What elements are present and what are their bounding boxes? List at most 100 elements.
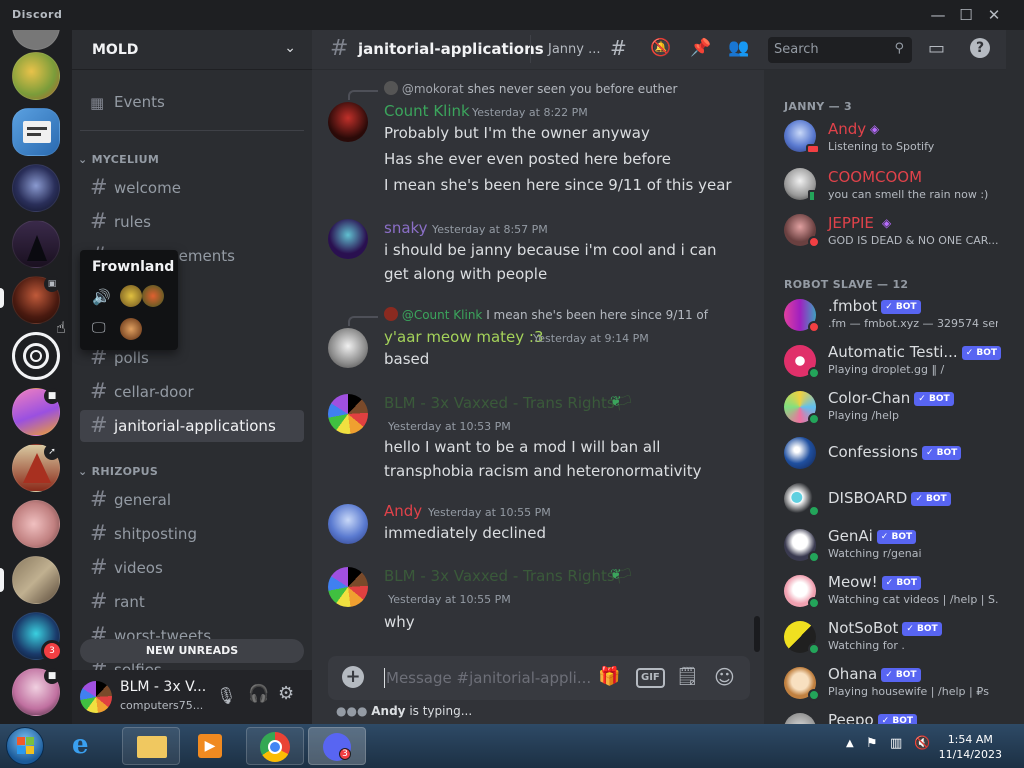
channel-title: janitorial-applications [358,40,544,58]
server-header[interactable]: MOLD ⌄ [72,30,312,70]
member-item[interactable]: Andy ◈ Listening to Spotify [772,114,1002,158]
threads-icon[interactable]: # [610,36,627,60]
settings-gear-icon[interactable]: ⚙ [278,683,294,704]
message-author[interactable]: Count Klink [384,102,470,120]
server-icon[interactable] [12,108,60,156]
member-item[interactable]: NotSoBot ✓ BOT Watching for . [772,615,1002,659]
mute-bell-icon[interactable]: 🔕 [650,38,671,58]
discord-taskbar-button[interactable]: 3 [308,727,366,765]
avatar[interactable] [328,102,368,142]
chevron-down-icon: ⌄ [284,40,296,56]
events-item[interactable]: ▦ Events [80,86,304,118]
search-input[interactable]: Search ⚲ [768,37,912,63]
volume-muted-icon[interactable]: 🔇 [914,736,930,751]
member-item[interactable]: JEPPIE ◈ GOD IS DEAD & NO ONE CAR... [772,208,1002,252]
server-icon[interactable] [12,332,60,380]
avatar [784,437,816,469]
member-item[interactable]: .fmbot ✓ BOT .fm — fmbot.xyz — 329574 ser… [772,293,1002,337]
show-hidden-icons[interactable]: ▲ [846,738,854,749]
help-icon[interactable]: ? [970,38,990,58]
divider [80,130,304,131]
channel-welcome[interactable]: # welcome [80,172,304,204]
add-attachment-button[interactable]: + [342,666,364,688]
file-explorer-button[interactable] [122,727,180,765]
bot-badge: ✓ BOT [881,576,921,590]
server-tooltip: Frownland 🔊 🖵 [80,250,178,350]
message-author[interactable]: BLM - 3x Vaxxed - Trans Rights🏳 [384,567,634,585]
close-button[interactable]: ✕ [980,4,1008,26]
reply-preview[interactable]: @mokorat shes never seen you before euth… [384,81,677,96]
reply-preview[interactable]: @Count Klink I mean she's been here sinc… [384,307,708,322]
headphones-icon[interactable]: 🎧 [248,684,269,704]
member-item[interactable]: Confessions ✓ BOT [772,431,1002,475]
bot-badge: ✓ BOT [881,300,921,314]
unread-pill [0,568,4,592]
avatar[interactable] [328,567,368,607]
avatar[interactable] [80,681,112,713]
channel-rules[interactable]: # rules [80,206,304,238]
member-item[interactable]: Color-Chan ✓ BOT Playing /help [772,385,1002,429]
inbox-icon[interactable]: ▭ [928,38,945,59]
members-icon[interactable]: 👥 [728,38,749,58]
message-composer: + Message #janitorial-appli... 🎁 GIF 🗒 ☺ [328,656,750,700]
member-item[interactable]: GenAi ✓ BOT Watching r/genai [772,523,1002,567]
category-mycelium[interactable]: ⌄ MYCELIUM [78,153,159,166]
server-icon[interactable] [12,500,60,548]
gif-button[interactable]: GIF [636,668,665,688]
channel-shitposting[interactable]: # shitposting [80,518,304,550]
microphone-icon[interactable]: 🎙 [216,686,236,705]
channel-videos[interactable]: # videos [80,552,304,584]
message-author[interactable]: snaky [384,219,428,237]
channel-rant[interactable]: # rant [80,586,304,618]
member-item[interactable]: Automatic Testi... ✓ BOT Playing droplet.… [772,339,1002,383]
member-item[interactable]: Meow! ✓ BOT Watching cat videos | /help |… [772,569,1002,613]
flag-icon[interactable]: ⚑ [866,736,878,751]
server-icon[interactable] [12,164,60,212]
channel-janitorial-applications[interactable]: # janitorial-applications [80,410,304,442]
pin-icon[interactable]: 📌 [690,38,711,58]
message-text: immediately declined [384,524,547,542]
chat-scrollbar[interactable] [754,616,760,652]
bot-badge: ✓ BOT [877,714,917,724]
bot-badge: ✓ BOT [911,492,951,506]
server-icon[interactable] [12,52,60,100]
start-button[interactable] [6,727,44,765]
clock[interactable]: 1:54 AM 11/14/2023 [939,732,1002,762]
server-icon[interactable] [12,220,60,268]
avatar[interactable] [328,394,368,434]
leaf-emoji-icon: ❦ [610,567,622,583]
media-player-button[interactable]: ▶ [182,727,240,765]
chrome-button[interactable] [246,727,304,765]
emoji-icon[interactable]: ☺ [714,665,735,689]
internet-explorer-icon[interactable]: e [72,730,89,760]
channel-cellar-door[interactable]: # cellar-door [80,376,304,408]
taskbar: e ▶ 3 ▲ ⚑ ▥ 🔇 1:54 AM 11/14/2023 [0,724,1024,768]
maximize-button[interactable]: ☐ [952,4,980,26]
message-author[interactable]: Andy [384,502,422,520]
gift-icon[interactable]: 🎁 [598,666,620,687]
username[interactable]: BLM - 3x V... [120,679,206,695]
minimize-button[interactable]: — [924,4,952,26]
avatar[interactable] [328,219,368,259]
avatar[interactable] [328,328,368,368]
member-item[interactable]: DISBOARD ✓ BOT [772,477,1002,521]
member-item[interactable]: COOMCOOM you can smell the rain now :) [772,162,1002,206]
sticker-icon[interactable]: 🗒 [676,666,699,687]
notification-badge: 3 [339,748,351,760]
avatar [120,318,142,340]
avatar[interactable] [328,504,368,544]
leaf-emoji-icon: ❦ [610,394,622,410]
message-author[interactable]: y'aar meow matey :3 [384,328,544,346]
category-rhizopus[interactable]: ⌄ RHIZOPUS [78,465,158,478]
message-input[interactable]: Message #janitorial-appli... [386,669,591,687]
server-icon[interactable] [12,556,60,604]
mobile-status-icon [808,190,816,202]
channel-general[interactable]: # general [80,484,304,516]
member-item[interactable]: Ohana ✓ BOT Playing housewife | /help | ₽… [772,661,1002,705]
network-icon[interactable]: ▥ [890,736,902,751]
member-item[interactable]: Peepo ✓ BOT [772,707,1002,724]
server-icon[interactable] [12,30,60,50]
channel-topic[interactable]: Janny ... [548,42,601,57]
new-unreads-button[interactable]: NEW UNREADS [80,639,304,663]
message-author[interactable]: BLM - 3x Vaxxed - Trans Rights🏳 [384,394,634,412]
